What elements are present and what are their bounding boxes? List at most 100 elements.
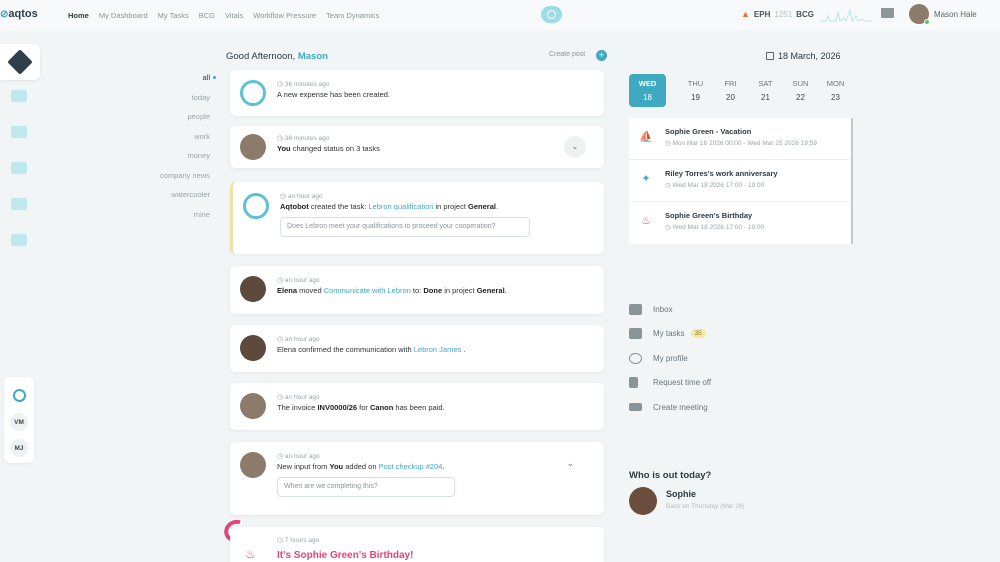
app-logo[interactable]: ⊘aqtos <box>0 8 38 20</box>
clock-icon: ◷ <box>277 135 284 142</box>
user-avatar <box>240 393 266 419</box>
task-link[interactable]: Communicate with Lebron <box>324 286 411 295</box>
avatar-mj[interactable]: MJ <box>10 439 28 457</box>
sidebar-item-layers[interactable] <box>6 191 32 217</box>
metrics-ticker[interactable]: ▲ EPH 1251 BCG <box>741 9 814 19</box>
user-name[interactable]: Mason Hale <box>934 10 977 19</box>
feed-message: A new expense has been created. <box>277 90 390 99</box>
clock-icon: ◷ <box>277 336 284 343</box>
clock-icon: ◷ <box>277 537 284 544</box>
quick-my-tasks[interactable]: My tasks 35 <box>629 322 711 347</box>
flame-icon: ▲ <box>741 9 750 19</box>
smiley-icon <box>629 352 642 364</box>
chevron-down-icon[interactable]: ⌄ <box>566 458 574 469</box>
aqtobot-avatar <box>243 193 269 219</box>
timer-icon <box>547 10 556 19</box>
filter-watercooler[interactable]: watercooler <box>130 190 210 210</box>
top-bar: ⊘aqtos Home My Dashboard My Tasks BCG Vi… <box>0 0 1000 30</box>
grid-icon <box>11 126 27 138</box>
walking-icon <box>629 377 638 389</box>
tasks-count-badge: 35 <box>690 329 706 339</box>
nav-vitals[interactable]: Vitals <box>225 11 243 20</box>
home-module-icon <box>7 49 33 75</box>
clock-icon: ◷ <box>277 81 284 88</box>
nav-bcg[interactable]: BCG <box>199 11 215 20</box>
feed-card-status[interactable]: ◷ 38 minutes ago You changed status on 3… <box>230 126 604 168</box>
filter-mine[interactable]: mine <box>130 210 210 230</box>
reply-input[interactable]: When are we completing this? <box>277 477 455 497</box>
day-mon[interactable]: MON 23 <box>818 74 853 107</box>
post-link[interactable]: Post checkup #204 <box>379 462 443 471</box>
nav-my-tasks[interactable]: My Tasks <box>158 11 189 20</box>
event-item[interactable]: ♨ Sophie Green's Birthday ◷ Wed Mar 18 2… <box>629 202 851 244</box>
user-avatar[interactable] <box>909 4 930 25</box>
sparkline-icon <box>820 8 872 22</box>
out-return-date: Back on Thursday (Mar 26) <box>666 503 745 510</box>
feed-card-expense[interactable]: ◷ 36 minutes ago A new expense has been … <box>230 70 604 116</box>
timer-button[interactable] <box>541 6 562 23</box>
feed-card-invoice[interactable]: ◷ an hour ago The invoice INV0000/26 for… <box>230 383 604 430</box>
day-fri[interactable]: FRI 20 <box>713 74 748 107</box>
vacation-icon: ⛵ <box>639 131 653 143</box>
sidebar-item-grid[interactable] <box>6 119 32 145</box>
cake-icon: ♨ <box>245 547 256 561</box>
out-today-title: Who is out today? <box>629 470 712 481</box>
feed-card-input[interactable]: ◷ an hour ago New input from You added o… <box>230 442 604 515</box>
sidebar-item-wave[interactable] <box>6 227 32 253</box>
nav-my-dashboard[interactable]: My Dashboard <box>99 11 148 20</box>
feed-time: ◷ 7 hours ago <box>277 537 320 544</box>
filter-money[interactable]: money <box>130 151 210 171</box>
feed-message: Elena confirmed the communication with L… <box>277 345 466 354</box>
clock-icon: ◷ <box>280 193 287 200</box>
filter-people[interactable]: people <box>130 112 210 132</box>
sidebar-item-link[interactable] <box>6 155 32 181</box>
feed-time: ◷ an hour ago <box>277 277 320 284</box>
nav-home[interactable]: Home <box>68 11 89 20</box>
sophie-avatar[interactable] <box>629 487 657 515</box>
sidebar-item-home[interactable] <box>0 44 40 80</box>
filter-all[interactable]: all <box>130 73 210 93</box>
online-status-dot <box>924 19 930 25</box>
task-link[interactable]: Lebron qualification <box>368 202 433 211</box>
day-thu[interactable]: THU 19 <box>678 74 713 107</box>
event-item[interactable]: ✦ Riley Torres's work anniversary ◷ Wed … <box>629 160 851 202</box>
filter-today[interactable]: today <box>130 93 210 113</box>
nav-workflow-pressure[interactable]: Workflow Pressure <box>253 11 316 20</box>
avatar-vm[interactable]: VM <box>10 413 28 431</box>
clock-icon: ◷ <box>665 182 671 189</box>
create-post-button[interactable]: + <box>596 50 607 61</box>
quick-inbox[interactable]: Inbox <box>629 297 711 322</box>
feed-filters: all today people work money company news… <box>130 73 210 229</box>
quick-create-meeting[interactable]: Create meeting <box>629 395 711 420</box>
quick-request-time-off[interactable]: Request time off <box>629 371 711 396</box>
eph-value: 1251 <box>774 9 793 19</box>
feed-time: ◷ an hour ago <box>277 453 320 460</box>
aqtobot-avatar <box>240 80 266 106</box>
quick-my-profile[interactable]: My profile <box>629 346 711 371</box>
event-item[interactable]: ⛵ Sophie Green - Vacation ◷ Mon Mar 16 2… <box>629 118 851 160</box>
feed-time: ◷ an hour ago <box>277 394 320 401</box>
reply-input[interactable]: Does Lebron meet your qualifications to … <box>280 217 530 237</box>
layers-icon <box>11 198 27 210</box>
feed-card-confirmed[interactable]: ◷ an hour ago Elena confirmed the commun… <box>230 325 604 372</box>
nav-team-dynamics[interactable]: Team Dynamics <box>326 11 379 20</box>
aqtobot-avatar[interactable] <box>13 389 26 402</box>
feed-card-task-created[interactable]: ◷ an hour ago Aqtobot created the task: … <box>230 182 604 254</box>
eph-label: EPH <box>753 9 771 19</box>
sidebar-item-flow[interactable] <box>6 83 32 109</box>
contact-link[interactable]: Lebron James <box>414 345 462 354</box>
feed-card-moved[interactable]: ◷ an hour ago Elena moved Communicate wi… <box>230 266 604 314</box>
day-sun[interactable]: SUN 22 <box>783 74 818 107</box>
out-person-name[interactable]: Sophie <box>666 489 696 499</box>
day-sat[interactable]: SAT 21 <box>748 74 783 107</box>
create-post-link[interactable]: Create post <box>549 51 585 58</box>
birthday-title: It's Sophie Green's Birthday! <box>277 550 414 561</box>
feed-time: ◷ an hour ago <box>277 336 320 343</box>
filter-work[interactable]: work <box>130 132 210 152</box>
flow-icon <box>11 90 27 102</box>
feed-time: ◷ an hour ago <box>280 193 323 200</box>
day-wed[interactable]: WED 18 <box>629 74 666 107</box>
mail-icon[interactable] <box>881 8 894 18</box>
feed-card-birthday[interactable]: ♨ ◷ 7 hours ago It's Sophie Green's Birt… <box>230 527 604 562</box>
filter-company-news[interactable]: company news <box>130 171 210 191</box>
